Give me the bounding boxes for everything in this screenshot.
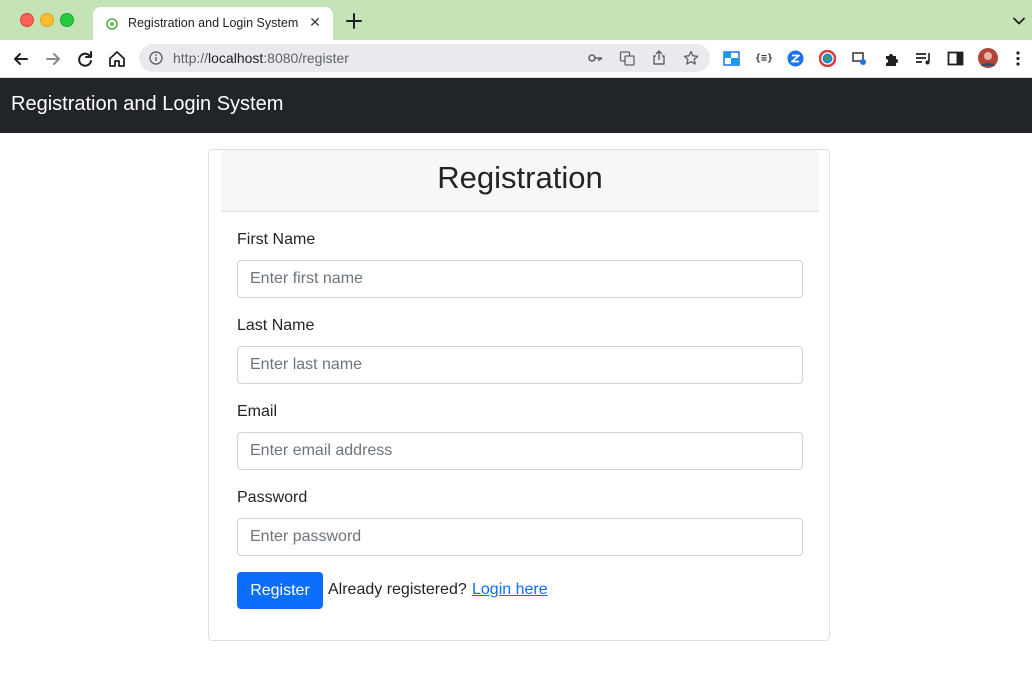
site-navbar: Registration and Login System xyxy=(0,78,1032,133)
minimize-window-button[interactable] xyxy=(40,13,54,27)
password-label: Password xyxy=(237,489,308,506)
last-name-input[interactable] xyxy=(237,346,803,384)
star-icon[interactable] xyxy=(683,50,699,66)
chevron-down-icon[interactable] xyxy=(1012,14,1026,28)
devtools-extension-icon[interactable] xyxy=(851,50,868,67)
browser-tab[interactable]: Registration and Login System ✕ xyxy=(93,7,333,40)
first-name-input[interactable] xyxy=(237,260,803,298)
email-input[interactable] xyxy=(237,432,803,470)
address-bar[interactable]: http://localhost:8080/register xyxy=(139,44,710,72)
extension-window-icon[interactable] xyxy=(723,50,740,67)
info-icon[interactable] xyxy=(149,51,163,65)
card-header: Registration xyxy=(221,150,819,212)
translate-icon[interactable] xyxy=(619,50,635,66)
registration-card: Registration xyxy=(208,149,830,641)
first-name-label: First Name xyxy=(237,231,316,248)
maximize-window-button[interactable] xyxy=(60,13,74,27)
browser-toolbar: http://localhost:8080/register {≡} xyxy=(0,40,1032,78)
json-extension-icon[interactable]: {≡} xyxy=(755,50,773,67)
home-icon[interactable] xyxy=(107,49,127,69)
forward-arrow-icon[interactable] xyxy=(43,49,63,69)
back-arrow-icon[interactable] xyxy=(11,49,31,69)
z-extension-icon[interactable] xyxy=(787,50,804,67)
key-icon[interactable] xyxy=(587,50,603,66)
avatar[interactable] xyxy=(978,48,998,68)
reload-icon[interactable] xyxy=(75,49,95,69)
color-picker-extension-icon[interactable] xyxy=(819,50,836,67)
already-registered-text: Already registered? xyxy=(328,581,467,598)
register-button[interactable]: Register xyxy=(237,572,323,609)
plus-icon[interactable] xyxy=(344,11,364,31)
share-icon[interactable] xyxy=(651,50,667,66)
browser-tab-bar: Registration and Login System ✕ xyxy=(0,0,1032,40)
media-queue-icon[interactable] xyxy=(915,50,932,67)
tab-title: Registration and Login System xyxy=(128,16,299,30)
login-link[interactable]: Login here xyxy=(472,581,548,599)
globe-favicon-icon xyxy=(106,18,118,30)
navbar-brand[interactable]: Registration and Login System xyxy=(11,93,283,116)
puzzle-icon[interactable] xyxy=(883,50,900,67)
page-title: Registration xyxy=(437,160,603,195)
more-menu-icon[interactable] xyxy=(1013,50,1023,67)
last-name-label: Last Name xyxy=(237,317,315,334)
close-window-button[interactable] xyxy=(20,13,34,27)
url-text: http://localhost:8080/register xyxy=(173,50,349,66)
email-label: Email xyxy=(237,403,278,420)
password-input[interactable] xyxy=(237,518,803,556)
side-panel-icon[interactable] xyxy=(947,50,964,67)
close-icon[interactable]: ✕ xyxy=(307,14,323,30)
